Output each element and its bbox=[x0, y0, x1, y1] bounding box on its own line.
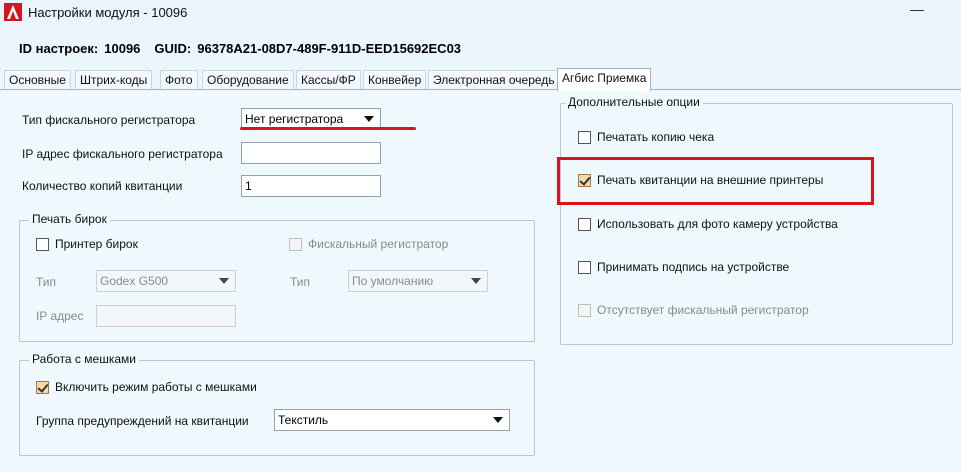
tab-label: Электронная очередь bbox=[433, 73, 555, 87]
tags-group-title: Печать бирок bbox=[29, 212, 110, 226]
red-underline-annotation bbox=[240, 127, 416, 130]
tab-equipment[interactable]: Оборудование bbox=[202, 70, 294, 90]
tab-main[interactable]: Основные bbox=[4, 70, 71, 90]
tab-cash-registers[interactable]: Кассы/ФР bbox=[296, 70, 361, 90]
tag-type1-label: Тип bbox=[36, 275, 57, 289]
tab-electronic-queue[interactable]: Электронная очередь bbox=[428, 70, 560, 90]
title-bar: Настройки модуля - 10096 bbox=[0, 0, 961, 26]
tab-label: Основные bbox=[9, 73, 66, 87]
tag-fiscal-label: Фискальный регистратор bbox=[308, 237, 449, 251]
tag-ip-input[interactable] bbox=[96, 305, 236, 327]
options-group-title: Дополнительные опции bbox=[565, 95, 703, 109]
copies-value: 1 bbox=[245, 179, 252, 193]
guid-label: GUID: bbox=[154, 41, 192, 56]
tab-label: Конвейер bbox=[368, 73, 422, 87]
option-label: Использовать для фото камеру устройства bbox=[597, 217, 838, 231]
app-logo-icon bbox=[4, 3, 22, 21]
tab-label: Оборудование bbox=[207, 73, 289, 87]
fiscal-type-label: Тип фискального регистратора bbox=[22, 113, 196, 127]
checkbox-box bbox=[289, 238, 302, 251]
checkbox-box bbox=[578, 131, 591, 144]
minimize-button[interactable] bbox=[910, 3, 924, 11]
checkmark-icon bbox=[36, 381, 49, 394]
red-box-annotation bbox=[557, 157, 874, 205]
chevron-down-icon bbox=[219, 278, 229, 284]
tab-strip: Основные Штрих-коды Фото Оборудование Ка… bbox=[0, 68, 961, 91]
tag-type2-label: Тип bbox=[290, 275, 311, 289]
tab-conveyor[interactable]: Конвейер bbox=[363, 70, 427, 90]
fiscal-ip-input[interactable] bbox=[241, 142, 381, 164]
tag-type1-select[interactable]: Godex G500 bbox=[96, 270, 236, 292]
settings-info: ID настроек: 10096 GUID: 96378A21-08D7-489F… bbox=[19, 41, 467, 56]
option-label: Печатать копию чека bbox=[597, 130, 715, 144]
tab-photo[interactable]: Фото bbox=[160, 70, 198, 90]
copies-label: Количество копий квитанции bbox=[22, 179, 183, 193]
tag-ip-label: IP адрес bbox=[36, 309, 84, 323]
checkbox-box bbox=[578, 304, 591, 317]
tab-barcodes[interactable]: Штрих-коды bbox=[75, 70, 153, 90]
chevron-down-icon bbox=[471, 278, 481, 284]
tab-label: Штрих-коды bbox=[80, 73, 148, 87]
option-label: Принимать подпись на устройстве bbox=[597, 260, 790, 274]
bags-group: Работа с мешками bbox=[19, 352, 535, 456]
tag-type1-value: Godex G500 bbox=[100, 274, 169, 288]
tab-label: Агбис Приемка bbox=[562, 71, 647, 85]
copies-input[interactable]: 1 bbox=[241, 175, 381, 197]
warning-group-select[interactable]: Текстиль bbox=[274, 409, 510, 431]
id-value: 10096 bbox=[104, 41, 141, 56]
tab-label: Кассы/ФР bbox=[301, 73, 356, 87]
warning-group-value: Текстиль bbox=[278, 413, 329, 427]
id-label: ID настроек: bbox=[19, 41, 99, 56]
guid-value: 96378A21-08D7-489F-911D-EED15692EC03 bbox=[197, 41, 462, 56]
tab-label: Фото bbox=[165, 73, 193, 87]
checkbox-box bbox=[578, 218, 591, 231]
fiscal-type-value: Нет регистратора bbox=[245, 112, 344, 126]
tag-type2-value: По умолчанию bbox=[352, 274, 434, 288]
tag-printer-label: Принтер бирок bbox=[55, 237, 138, 251]
warning-group-label: Группа предупреждений на квитанции bbox=[36, 414, 249, 428]
checkbox-box bbox=[578, 261, 591, 274]
tag-type2-select[interactable]: По умолчанию bbox=[348, 270, 488, 292]
chevron-down-icon bbox=[493, 417, 503, 423]
tab-agbis-reception[interactable]: Агбис Приемка bbox=[557, 68, 652, 91]
option-label: Отсутствует фискальный регистратор bbox=[597, 303, 809, 317]
window-title: Настройки модуля - 10096 bbox=[28, 5, 188, 20]
chevron-down-icon bbox=[364, 116, 374, 122]
bags-mode-label: Включить режим работы с мешками bbox=[55, 380, 257, 394]
bags-group-title: Работа с мешками bbox=[29, 352, 139, 366]
fiscal-ip-label: IP адрес фискального регистратора bbox=[22, 147, 223, 161]
checkbox-box bbox=[36, 238, 49, 251]
